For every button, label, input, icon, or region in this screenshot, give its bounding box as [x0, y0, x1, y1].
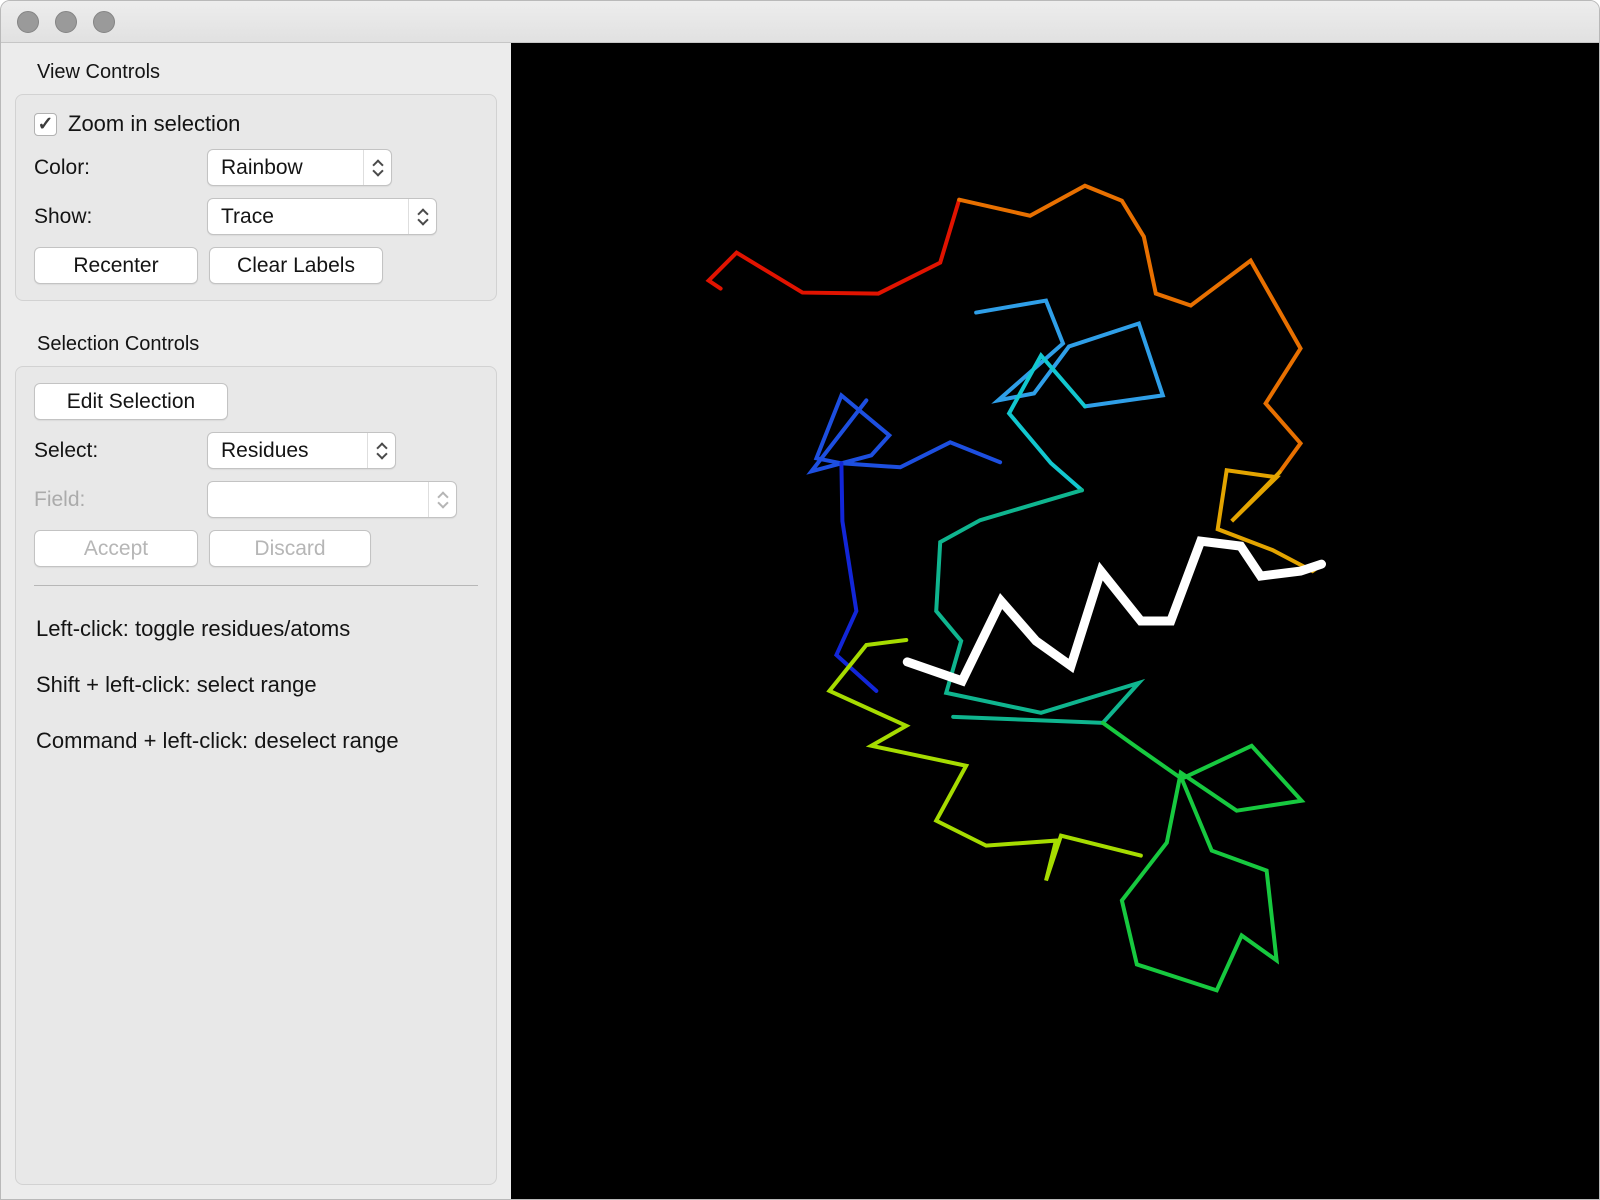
main-area: View Controls ✓ Zoom in selection Color:… [1, 43, 1599, 1199]
stepper-icon [408, 199, 436, 234]
zoom-in-selection-label: Zoom in selection [68, 111, 241, 136]
trace-segment-blue [806, 392, 1003, 475]
help-left-click: Left-click: toggle residues/atoms [36, 616, 351, 641]
stepper-icon [363, 150, 391, 185]
select-label: Select: [34, 438, 99, 462]
close-button[interactable] [17, 10, 39, 33]
trace-segment-selected-residues [902, 536, 1327, 687]
trace-segment-red [705, 197, 962, 296]
select-mode-select[interactable]: Residues [207, 432, 396, 469]
stepper-icon [367, 433, 395, 468]
edit-selection-button[interactable]: Edit Selection [34, 383, 228, 420]
zoom-in-selection-checkbox[interactable]: ✓ [34, 112, 57, 136]
color-select[interactable]: Rainbow [207, 149, 392, 186]
show-label: Show: [34, 204, 93, 228]
trace-segment-gold [1215, 468, 1322, 574]
title-bar [1, 1, 1599, 43]
clear-labels-button[interactable]: Clear Labels [209, 247, 383, 284]
molecule-trace[interactable] [511, 43, 1599, 1199]
recenter-button[interactable]: Recenter [34, 247, 198, 284]
accept-button[interactable]: Accept [34, 530, 198, 567]
help-command-left-click: Command + left-click: deselect range [36, 728, 399, 753]
select-mode-value: Residues [221, 438, 309, 462]
checkmark-icon: ✓ [37, 113, 54, 135]
show-select-value: Trace [221, 204, 274, 228]
field-select[interactable] [207, 481, 457, 518]
field-label: Field: [34, 487, 86, 511]
sidebar: View Controls ✓ Zoom in selection Color:… [1, 43, 511, 1199]
discard-button[interactable]: Discard [209, 530, 371, 567]
stepper-icon [428, 482, 456, 517]
view-controls-group: ✓ Zoom in selection Color: Rainbow Show:… [15, 94, 497, 301]
zoom-button[interactable] [93, 10, 115, 33]
trace-segment-orange [957, 183, 1304, 475]
trace-segment-green [1100, 720, 1306, 993]
color-select-value: Rainbow [221, 155, 303, 179]
color-label: Color: [34, 155, 91, 179]
app-window: View Controls ✓ Zoom in selection Color:… [0, 0, 1600, 1200]
show-select[interactable]: Trace [207, 198, 437, 235]
selection-controls-group: Edit Selection Select: Residues Field: A… [15, 366, 497, 1185]
help-shift-left-click: Shift + left-click: select range [36, 672, 317, 697]
view-controls-title: View Controls [37, 61, 161, 83]
molecule-viewport[interactable] [511, 43, 1599, 1199]
trace-segment-yellow-green [826, 637, 1143, 882]
divider [34, 585, 478, 586]
trace-segment-teal [934, 488, 1146, 725]
minimize-button[interactable] [55, 10, 77, 33]
selection-controls-title: Selection Controls [37, 333, 200, 355]
